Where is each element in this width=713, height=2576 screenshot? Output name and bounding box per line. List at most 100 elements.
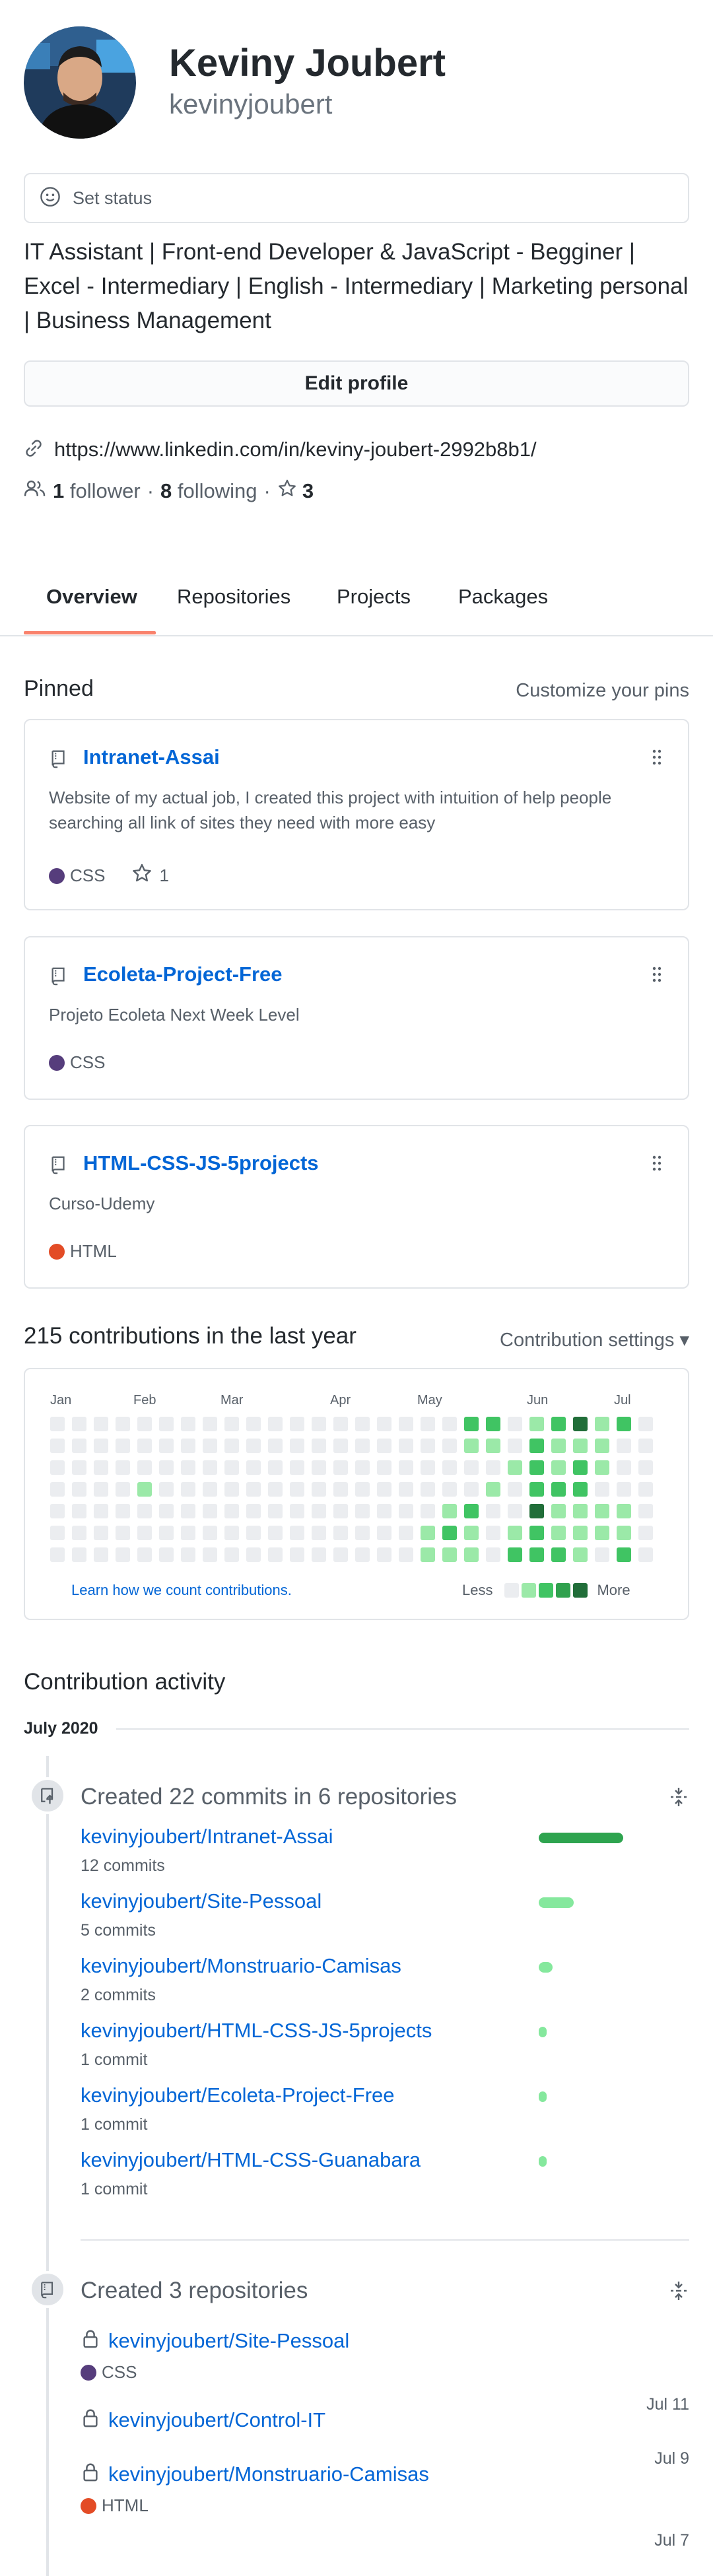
contribution-day[interactable]	[551, 1526, 566, 1540]
contribution-day[interactable]	[94, 1526, 108, 1540]
contribution-day[interactable]	[508, 1482, 522, 1497]
contribution-day[interactable]	[442, 1417, 457, 1431]
contribution-day[interactable]	[159, 1417, 174, 1431]
contribution-day[interactable]	[246, 1460, 261, 1475]
contribution-day[interactable]	[94, 1417, 108, 1431]
contribution-day[interactable]	[312, 1417, 326, 1431]
contribution-day[interactable]	[290, 1482, 304, 1497]
contribution-day[interactable]	[94, 1547, 108, 1562]
contribution-day[interactable]	[595, 1439, 609, 1453]
contribution-day[interactable]	[399, 1482, 413, 1497]
contribution-day[interactable]	[333, 1547, 348, 1562]
contribution-day[interactable]	[116, 1526, 130, 1540]
contribution-day[interactable]	[355, 1547, 370, 1562]
contribution-day[interactable]	[159, 1482, 174, 1497]
contribution-day[interactable]	[94, 1439, 108, 1453]
contribution-day[interactable]	[116, 1504, 130, 1518]
commit-count-link[interactable]: 1 commit	[81, 2115, 147, 2134]
contribution-day[interactable]	[137, 1482, 152, 1497]
tab-repositories[interactable]: Repositories	[177, 585, 290, 609]
contribution-day[interactable]	[312, 1439, 326, 1453]
contribution-day[interactable]	[399, 1504, 413, 1518]
contribution-day[interactable]	[355, 1460, 370, 1475]
contribution-day[interactable]	[595, 1547, 609, 1562]
created-repo-link[interactable]: kevinyjoubert/Monstruario-Camisas	[81, 2461, 429, 2488]
contribution-day[interactable]	[290, 1526, 304, 1540]
stargazers-link[interactable]: 1	[131, 863, 169, 889]
contribution-day[interactable]	[72, 1482, 86, 1497]
pinned-repo-name[interactable]: HTML-CSS-JS-5projects	[83, 1151, 319, 1175]
commit-count-link[interactable]: 12 commits	[81, 1856, 165, 1876]
contribution-day[interactable]	[224, 1482, 239, 1497]
contribution-day[interactable]	[181, 1482, 195, 1497]
stars-count[interactable]: 3	[302, 479, 314, 503]
avatar[interactable]	[24, 26, 136, 139]
contribution-day[interactable]	[442, 1504, 457, 1518]
contribution-day[interactable]	[617, 1504, 631, 1518]
set-status-button[interactable]: Set status	[24, 173, 689, 223]
contribution-day[interactable]	[159, 1439, 174, 1453]
contribution-day[interactable]	[181, 1547, 195, 1562]
tab-overview[interactable]: Overview	[46, 585, 137, 609]
contribution-day[interactable]	[312, 1547, 326, 1562]
contribution-day[interactable]	[94, 1460, 108, 1475]
contribution-day[interactable]	[638, 1504, 653, 1518]
contribution-day[interactable]	[290, 1504, 304, 1518]
contribution-day[interactable]	[638, 1482, 653, 1497]
contribution-day[interactable]	[312, 1504, 326, 1518]
contribution-day[interactable]	[638, 1417, 653, 1431]
contribution-day[interactable]	[159, 1526, 174, 1540]
tab-packages[interactable]: Packages	[458, 585, 548, 609]
contribution-day[interactable]	[72, 1504, 86, 1518]
contribution-day[interactable]	[268, 1504, 283, 1518]
contribution-day[interactable]	[355, 1439, 370, 1453]
contribution-day[interactable]	[137, 1417, 152, 1431]
contribution-day[interactable]	[551, 1460, 566, 1475]
contribution-day[interactable]	[333, 1526, 348, 1540]
contribution-day[interactable]	[137, 1504, 152, 1518]
contribution-day[interactable]	[529, 1460, 544, 1475]
contribution-day[interactable]	[399, 1439, 413, 1453]
pinned-repo-name[interactable]: Ecoleta-Project-Free	[83, 963, 283, 986]
contribution-day[interactable]	[116, 1482, 130, 1497]
contribution-day[interactable]	[617, 1417, 631, 1431]
contribution-day[interactable]	[442, 1439, 457, 1453]
contribution-day[interactable]	[573, 1504, 588, 1518]
pinned-repo-name[interactable]: Intranet-Assai	[83, 745, 220, 769]
contribution-day[interactable]	[529, 1504, 544, 1518]
contribution-day[interactable]	[181, 1460, 195, 1475]
contribution-day[interactable]	[551, 1439, 566, 1453]
contribution-day[interactable]	[224, 1504, 239, 1518]
contribution-day[interactable]	[464, 1460, 479, 1475]
contribution-day[interactable]	[116, 1417, 130, 1431]
contribution-day[interactable]	[442, 1482, 457, 1497]
contribution-day[interactable]	[312, 1460, 326, 1475]
contribution-day[interactable]	[159, 1547, 174, 1562]
contribution-day[interactable]	[617, 1439, 631, 1453]
contribution-day[interactable]	[573, 1439, 588, 1453]
contribution-day[interactable]	[94, 1482, 108, 1497]
commit-repo-link[interactable]: kevinyjoubert/HTML-CSS-JS-5projects	[81, 2019, 432, 2043]
contribution-day[interactable]	[421, 1504, 435, 1518]
contribution-day[interactable]	[203, 1547, 217, 1562]
contribution-day[interactable]	[72, 1547, 86, 1562]
contribution-day[interactable]	[508, 1504, 522, 1518]
contribution-day[interactable]	[72, 1439, 86, 1453]
contribution-day[interactable]	[529, 1439, 544, 1453]
contribution-day[interactable]	[50, 1547, 65, 1562]
contribution-day[interactable]	[181, 1504, 195, 1518]
contribution-day[interactable]	[50, 1417, 65, 1431]
contribution-day[interactable]	[464, 1439, 479, 1453]
contribution-day[interactable]	[595, 1504, 609, 1518]
contribution-day[interactable]	[595, 1417, 609, 1431]
contribution-day[interactable]	[268, 1547, 283, 1562]
contribution-day[interactable]	[333, 1504, 348, 1518]
contribution-day[interactable]	[116, 1547, 130, 1562]
contribution-day[interactable]	[421, 1482, 435, 1497]
contribution-day[interactable]	[508, 1526, 522, 1540]
contribution-day[interactable]	[355, 1417, 370, 1431]
contribution-day[interactable]	[464, 1504, 479, 1518]
contribution-day[interactable]	[246, 1482, 261, 1497]
contribution-day[interactable]	[617, 1482, 631, 1497]
contribution-day[interactable]	[529, 1417, 544, 1431]
